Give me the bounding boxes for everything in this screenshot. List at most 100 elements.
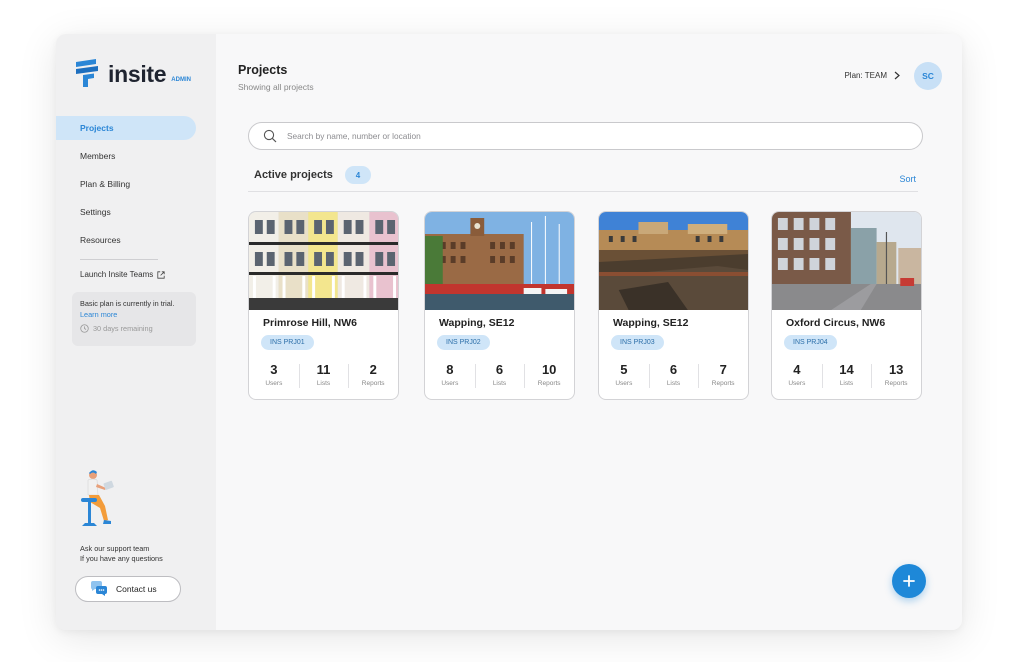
search-icon: [263, 129, 277, 143]
users-count: 4: [793, 362, 801, 377]
stat-lists: 14 Lists: [821, 362, 872, 388]
project-card[interactable]: Wapping, SE12 INS PRJ02 8 Users 6 Lists 10…: [424, 211, 575, 400]
project-name: Wapping, SE12: [439, 317, 515, 329]
launch-teams-link[interactable]: Launch Insite Teams: [80, 270, 165, 279]
lists-label: Lists: [666, 380, 681, 387]
page-subtitle: Showing all projects: [238, 82, 314, 92]
lists-count: 6: [495, 362, 504, 377]
project-card[interactable]: Oxford Circus, NW6 INS PRJ04 4 Users 14 Li…: [771, 211, 922, 400]
lists-count: 6: [669, 362, 678, 377]
reports-count: 13: [888, 362, 904, 377]
main-content: Projects Showing all projects Plan: TEAM…: [216, 34, 962, 630]
reports-count: 2: [369, 362, 377, 377]
project-card[interactable]: Primrose Hill, NW6 INS PRJ01 3 Users 11 Li…: [248, 211, 399, 400]
stat-reports: 7 Reports: [698, 362, 748, 388]
add-project-button[interactable]: [892, 564, 926, 598]
trial-days-label: 30 days remaining: [93, 324, 153, 333]
chevron-right-icon: [894, 71, 900, 80]
sidebar-nav: Projects Members Plan & Billing Settings…: [56, 116, 216, 256]
search-input[interactable]: [287, 131, 887, 141]
section-divider: [248, 191, 918, 192]
stat-users: 3 Users: [249, 362, 299, 387]
external-link-icon: [157, 270, 165, 279]
project-photo-city-street: [772, 212, 921, 310]
trial-days-remaining: 30 days remaining: [80, 324, 188, 333]
sidebar-item-resources[interactable]: Resources: [56, 228, 196, 252]
project-code-badge: INS PRJ04: [784, 335, 837, 350]
section-title: Active projects: [254, 169, 333, 181]
search-bar[interactable]: [248, 122, 923, 150]
project-code-badge: INS PRJ02: [437, 335, 490, 350]
project-photo-dock-warehouse: [425, 212, 574, 310]
chat-bubble-icon: [91, 581, 107, 596]
page-title: Projects: [238, 63, 288, 77]
lists-label: Lists: [492, 380, 507, 387]
sidebar: insite ADMIN Projects Members Plan & Bil…: [56, 34, 216, 630]
project-stats: 4 Users 14 Lists 13 Reports: [772, 362, 921, 388]
lists-count: 14: [839, 362, 854, 377]
project-stats: 5 Users 6 Lists 7 Reports: [599, 362, 748, 388]
users-label: Users: [615, 380, 633, 387]
users-label: Users: [441, 380, 459, 387]
stat-lists: 6 Lists: [648, 362, 699, 388]
app-window: insite ADMIN Projects Members Plan & Bil…: [56, 34, 962, 630]
reports-label: Reports: [361, 380, 385, 387]
project-code-badge: INS PRJ03: [611, 335, 664, 350]
launch-teams-label: Launch Insite Teams: [80, 270, 154, 279]
stat-users: 4 Users: [772, 362, 822, 387]
contact-us-button[interactable]: Contact us: [75, 576, 181, 602]
project-code-badge: INS PRJ01: [261, 335, 314, 350]
sidebar-item-settings[interactable]: Settings: [56, 200, 196, 224]
reports-label: Reports: [711, 380, 735, 387]
reports-label: Reports: [884, 380, 908, 387]
users-count: 8: [446, 362, 454, 377]
trial-text: Basic plan is currently in trial.: [80, 299, 175, 308]
stat-users: 8 Users: [425, 362, 475, 387]
support-person-illustration: [81, 470, 114, 526]
stat-lists: 11 Lists: [298, 362, 349, 388]
brand-logo[interactable]: insite ADMIN: [74, 58, 191, 88]
support-line-1: Ask our support team: [80, 544, 150, 553]
project-stats: 8 Users 6 Lists 10 Reports: [425, 362, 574, 388]
trial-notice: Basic plan is currently in trial. Learn …: [72, 292, 196, 346]
lists-label: Lists: [316, 380, 331, 387]
project-photo-terrace-houses: [249, 212, 398, 310]
stat-lists: 6 Lists: [474, 362, 525, 388]
project-name: Wapping, SE12: [613, 317, 689, 329]
reports-count: 10: [541, 362, 557, 377]
stat-reports: 13 Reports: [871, 362, 921, 388]
lists-count: 11: [316, 362, 331, 377]
sort-button[interactable]: Sort: [899, 174, 916, 184]
stat-reports: 10 Reports: [524, 362, 574, 388]
stat-reports: 2 Reports: [348, 362, 398, 388]
users-count: 5: [620, 362, 628, 377]
lists-label: Lists: [839, 380, 854, 387]
support-line-2: If you have any questions: [80, 554, 163, 563]
plan-label: Plan: TEAM: [844, 71, 887, 80]
brand-name: insite: [108, 61, 167, 87]
user-avatar[interactable]: SC: [914, 62, 942, 90]
reports-label: Reports: [537, 380, 561, 387]
project-name: Oxford Circus, NW6: [786, 317, 886, 329]
project-photo-rooftop-buildings: [599, 212, 748, 310]
project-card[interactable]: Wapping, SE12 INS PRJ03 5 Users 6 Lists 7 R…: [598, 211, 749, 400]
sidebar-item-projects[interactable]: Projects: [56, 116, 196, 140]
sidebar-item-plan-billing[interactable]: Plan & Billing: [56, 172, 196, 196]
contact-us-label: Contact us: [116, 584, 157, 594]
sidebar-divider: [80, 259, 158, 260]
project-stats: 3 Users 11 Lists 2 Reports: [249, 362, 398, 388]
support-text: Ask our support team If you have any que…: [80, 544, 163, 564]
reports-count: 7: [719, 362, 727, 377]
users-count: 3: [270, 362, 278, 377]
users-label: Users: [788, 380, 806, 387]
users-label: Users: [265, 380, 283, 387]
sidebar-item-members[interactable]: Members: [56, 144, 196, 168]
project-count-badge: 4: [345, 166, 371, 184]
clock-icon: [80, 324, 89, 333]
insite-logo-icon: [76, 59, 98, 87]
learn-more-link[interactable]: Learn more: [80, 309, 188, 321]
stat-users: 5 Users: [599, 362, 649, 387]
plan-selector[interactable]: Plan: TEAM: [844, 71, 900, 80]
project-name: Primrose Hill, NW6: [263, 317, 357, 329]
plus-icon: [903, 575, 915, 587]
